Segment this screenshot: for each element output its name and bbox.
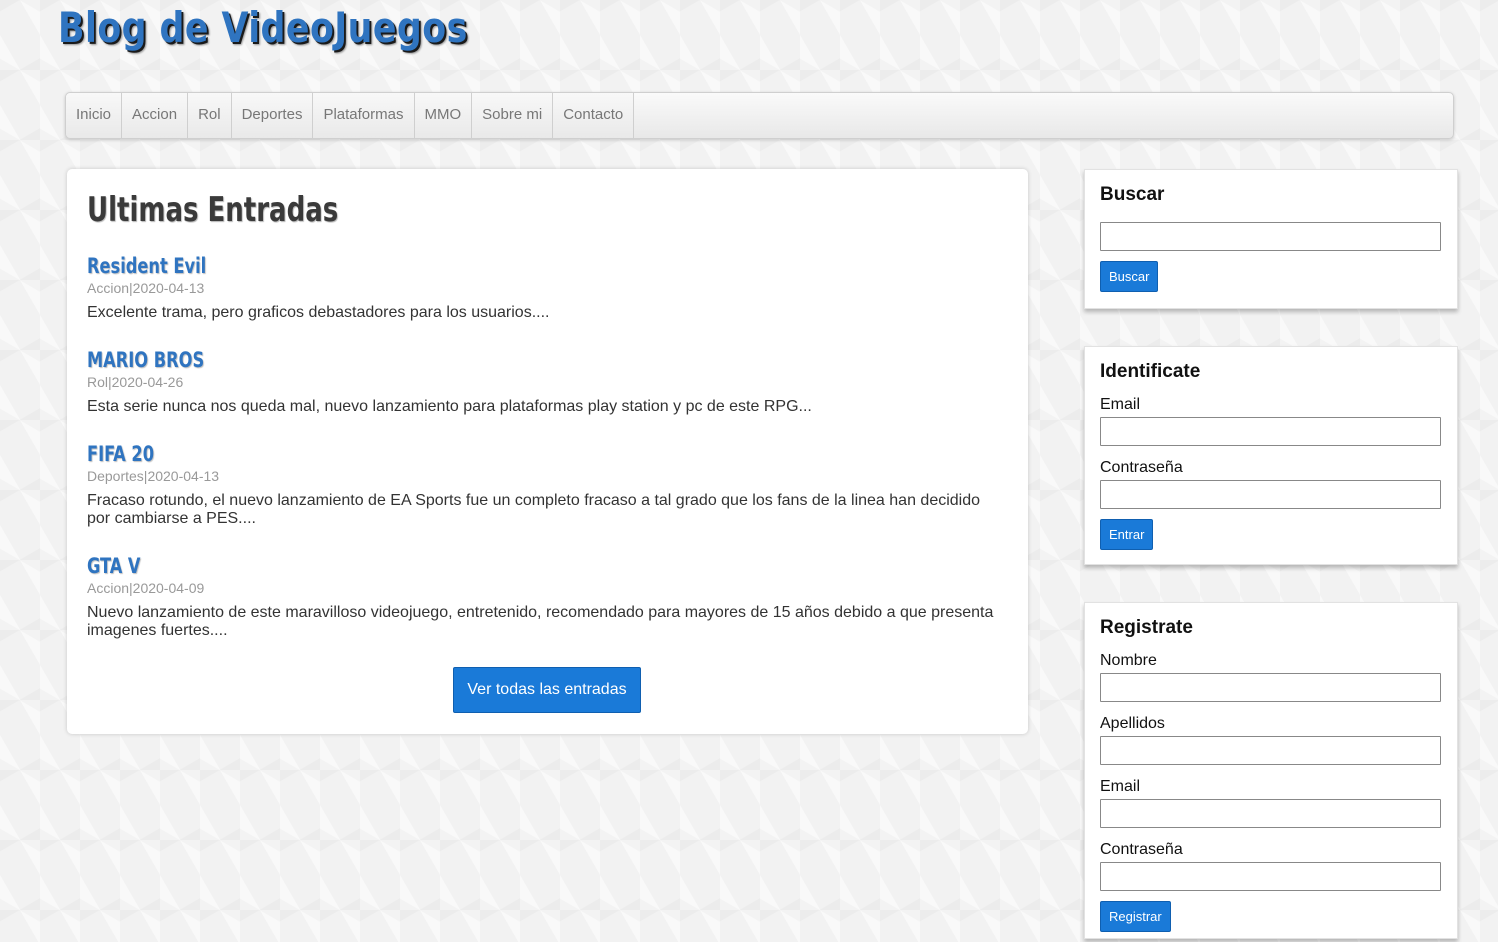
entry-title-link[interactable]: FIFA 20 [87,441,878,467]
entry-excerpt: Fracaso rotundo, el nuevo lanzamiento de… [87,492,981,527]
register-button[interactable]: Registrar [1100,901,1171,932]
entry-item: GTA V Accion|2020-04-09 Nuevo lanzamient… [87,553,1007,640]
register-email-label: Email [1100,778,1141,795]
nav-item-inicio[interactable]: Inicio [66,93,123,138]
main-navbar: Inicio Accion Rol Deportes Plataformas M… [65,92,1454,139]
entry-meta: Deportes|2020-04-13 [87,468,220,484]
entry-excerpt: Nuevo lanzamiento de este maravilloso vi… [87,604,994,639]
entry-title-link[interactable]: Resident Evil [87,253,878,279]
login-button[interactable]: Entrar [1100,519,1154,550]
register-surname-label: Apellidos [1100,715,1165,732]
nav-item-mmo[interactable]: MMO [414,93,473,138]
site-title[interactable]: Blog de VideoJuegos [58,0,468,56]
latest-entries-panel: Ultimas Entradas Resident Evil Accion|20… [67,169,1028,734]
login-email-label: Email [1100,396,1141,413]
page-title: Ultimas Entradas [87,190,339,230]
register-name-field[interactable] [1100,673,1441,702]
entry-meta: Rol|2020-04-26 [87,374,184,390]
nav-item-accion[interactable]: Accion [122,93,189,138]
entry-excerpt: Esta serie nunca nos queda mal, nuevo la… [87,398,812,415]
entry-excerpt: Excelente trama, pero graficos debastado… [87,304,550,321]
login-password-field[interactable] [1100,480,1441,509]
entry-meta: Accion|2020-04-13 [87,280,205,296]
search-input[interactable] [1100,222,1441,251]
search-widget-title: Buscar [1100,184,1165,205]
login-widget: Identificate Email Contraseña Entrar [1084,346,1458,565]
login-password-label: Contraseña [1100,459,1183,476]
register-surname-field[interactable] [1100,736,1441,765]
register-name-label: Nombre [1100,652,1157,669]
entry-meta: Accion|2020-04-09 [87,580,205,596]
entry-item: Resident Evil Accion|2020-04-13 Excelent… [87,253,1007,322]
entry-item: MARIO BROS Rol|2020-04-26 Esta serie nun… [87,347,1007,416]
entry-title-link[interactable]: MARIO BROS [87,347,878,373]
entry-title-link[interactable]: GTA V [87,553,878,579]
search-button[interactable]: Buscar [1100,261,1159,292]
nav-item-plataformas[interactable]: Plataformas [313,93,415,138]
nav-item-contacto[interactable]: Contacto [553,93,635,138]
register-widget: Registrate Nombre Apellidos Email Contra… [1084,602,1458,939]
entry-item: FIFA 20 Deportes|2020-04-13 Fracaso rotu… [87,441,1007,528]
register-email-field[interactable] [1100,799,1441,828]
nav-item-deportes[interactable]: Deportes [231,93,314,138]
search-widget: Buscar Buscar [1084,169,1458,309]
nav-item-rol[interactable]: Rol [188,93,232,138]
register-password-label: Contraseña [1100,841,1183,858]
register-widget-title: Registrate [1100,617,1193,638]
register-password-field[interactable] [1100,862,1441,891]
view-all-entries-button[interactable]: Ver todas las entradas [453,667,641,713]
login-email-field[interactable] [1100,417,1441,446]
login-widget-title: Identificate [1100,361,1201,382]
nav-item-sobre-mi[interactable]: Sobre mi [472,93,554,138]
